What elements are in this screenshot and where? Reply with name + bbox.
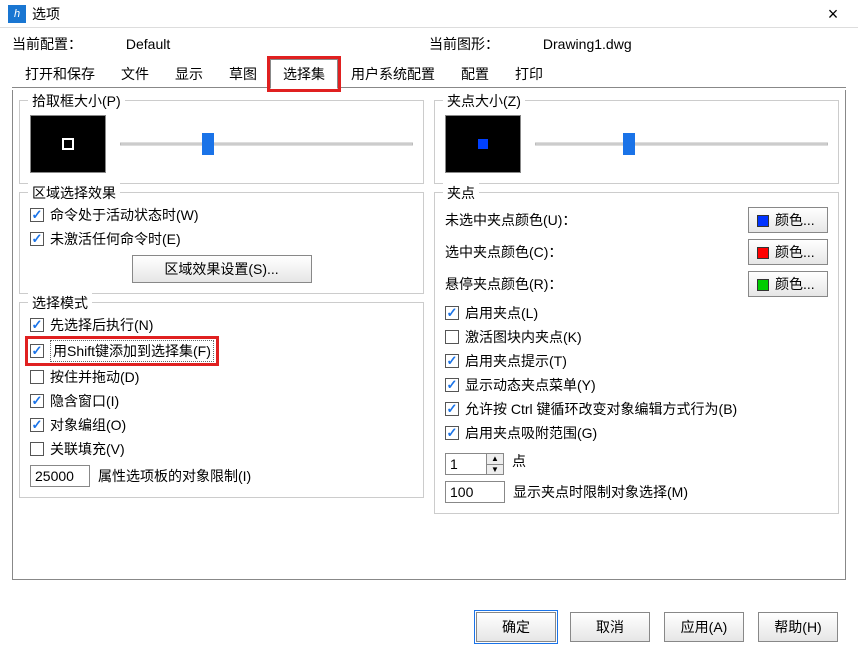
chk-assoc_hatch[interactable] (30, 442, 44, 456)
current-drawing-value: Drawing1.dwg (543, 36, 632, 52)
chk-grip-4-label: 允许按 Ctrl 键循环改变对象编辑方式行为(B) (465, 399, 737, 419)
chk-obj_group[interactable] (30, 418, 44, 432)
grips-legend: 夹点 (443, 183, 479, 203)
current-profile-label: 当前配置： (12, 36, 82, 52)
color-sel-label: 选中夹点颜色(C)： (445, 242, 748, 262)
current-profile-value: Default (126, 36, 170, 52)
grip-point-label: 点 (512, 451, 526, 471)
chk-grip-3[interactable] (445, 378, 459, 392)
grip-size-slider[interactable] (535, 133, 828, 155)
select-mode-legend: 选择模式 (28, 293, 92, 313)
help-button[interactable]: 帮助(H) (758, 612, 838, 642)
titlebar: h 选项 × (0, 0, 858, 28)
tab-6[interactable]: 配置 (448, 59, 502, 89)
tab-3[interactable]: 草图 (216, 59, 270, 89)
cancel-button[interactable]: 取消 (570, 612, 650, 642)
app-icon: h (8, 5, 26, 23)
grip-preview (445, 115, 521, 173)
chk-grip-2-label: 启用夹点提示(T) (465, 351, 567, 371)
grip-object-limit-input[interactable] (445, 481, 505, 503)
color-unsel-label: 未选中夹点颜色(U)： (445, 210, 748, 230)
chk-grip-5-label: 启用夹点吸附范围(G) (465, 423, 597, 443)
chk-cmd-active-label: 命令处于活动状态时(W) (50, 205, 199, 225)
chk-press_drag-label: 按住并拖动(D) (50, 367, 139, 387)
pickbox-preview (30, 115, 106, 173)
color-hover-button[interactable]: 颜色... (748, 271, 828, 297)
spinner-up-icon[interactable]: ▲ (487, 454, 503, 465)
chk-assoc_hatch-label: 关联填充(V) (50, 439, 125, 459)
grip-object-limit-label: 显示夹点时限制对象选择(M) (513, 482, 688, 502)
chk-shift_add-label: 用Shift键添加到选择集(F) (50, 340, 214, 362)
chk-noun_verb[interactable] (30, 318, 44, 332)
chk-grip-4[interactable] (445, 402, 459, 416)
group-pickbox-size: 拾取框大小(P) (19, 100, 424, 184)
close-icon[interactable]: × (816, 5, 850, 23)
chk-obj_group-label: 对象编组(O) (50, 415, 126, 435)
chk-no-cmd-label: 未激活任何命令时(E) (50, 229, 181, 249)
grip-point-spinner[interactable]: ▲ ▼ (445, 453, 504, 475)
tabs: 打开和保存文件显示草图选择集用户系统配置配置打印 (0, 58, 858, 88)
tab-5[interactable]: 用户系统配置 (338, 59, 448, 89)
group-region-effect: 区域选择效果 命令处于活动状态时(W) 未激活任何命令时(E) 区域效果设置(S… (19, 192, 424, 294)
group-select-mode: 选择模式 先选择后执行(N)用Shift键添加到选择集(F)按住并拖动(D)隐含… (19, 302, 424, 498)
group-grips: 夹点 未选中夹点颜色(U)： 颜色... 选中夹点颜色(C)： 颜色... 悬停… (434, 192, 839, 514)
chk-grip-3-label: 显示动态夹点菜单(Y) (465, 375, 596, 395)
tab-2[interactable]: 显示 (162, 59, 216, 89)
chk-shift_add[interactable] (30, 344, 44, 358)
chk-implied_win-label: 隐含窗口(I) (50, 391, 119, 411)
chk-grip-1[interactable] (445, 330, 459, 344)
tab-1[interactable]: 文件 (108, 59, 162, 89)
chk-press_drag[interactable] (30, 370, 44, 384)
tab-0[interactable]: 打开和保存 (12, 59, 108, 89)
chk-grip-5[interactable] (445, 426, 459, 440)
chk-cmd-active[interactable] (30, 208, 44, 222)
tab-7[interactable]: 打印 (502, 59, 556, 89)
color-unsel-button[interactable]: 颜色... (748, 207, 828, 233)
chk-implied_win[interactable] (30, 394, 44, 408)
gripsize-legend: 夹点大小(Z) (443, 91, 525, 111)
chk-grip-0[interactable] (445, 306, 459, 320)
chk-grip-2[interactable] (445, 354, 459, 368)
ok-button[interactable]: 确定 (476, 612, 556, 642)
region-effect-settings-button[interactable]: 区域效果设置(S)... (132, 255, 312, 283)
header-row: 当前配置： Default 当前图形： Drawing1.dwg (0, 28, 858, 54)
attr-palette-limit-label: 属性选项板的对象限制(I) (98, 466, 251, 486)
color-sel-button[interactable]: 颜色... (748, 239, 828, 265)
spinner-down-icon[interactable]: ▼ (487, 465, 503, 475)
tab-4[interactable]: 选择集 (270, 59, 338, 89)
chk-noun_verb-label: 先选择后执行(N) (50, 315, 153, 335)
chk-grip-0-label: 启用夹点(L) (465, 303, 538, 323)
pickbox-legend: 拾取框大小(P) (28, 91, 125, 111)
color-hover-label: 悬停夹点颜色(R)： (445, 274, 748, 294)
region-effect-legend: 区域选择效果 (28, 183, 120, 203)
tab-panel: 拾取框大小(P) 区域选择效果 命令处于活动状态时(W) 未激活任何命令时(E)… (12, 90, 846, 580)
current-drawing-label: 当前图形： (429, 36, 499, 52)
group-grip-size: 夹点大小(Z) (434, 100, 839, 184)
chk-grip-1-label: 激活图块内夹点(K) (465, 327, 582, 347)
window-title: 选项 (32, 4, 816, 24)
grip-point-input[interactable] (446, 454, 486, 474)
pickbox-size-slider[interactable] (120, 133, 413, 155)
chk-no-cmd[interactable] (30, 232, 44, 246)
attr-palette-limit-input[interactable] (30, 465, 90, 487)
dialog-buttons: 确定 取消 应用(A) 帮助(H) (476, 612, 838, 642)
apply-button[interactable]: 应用(A) (664, 612, 744, 642)
